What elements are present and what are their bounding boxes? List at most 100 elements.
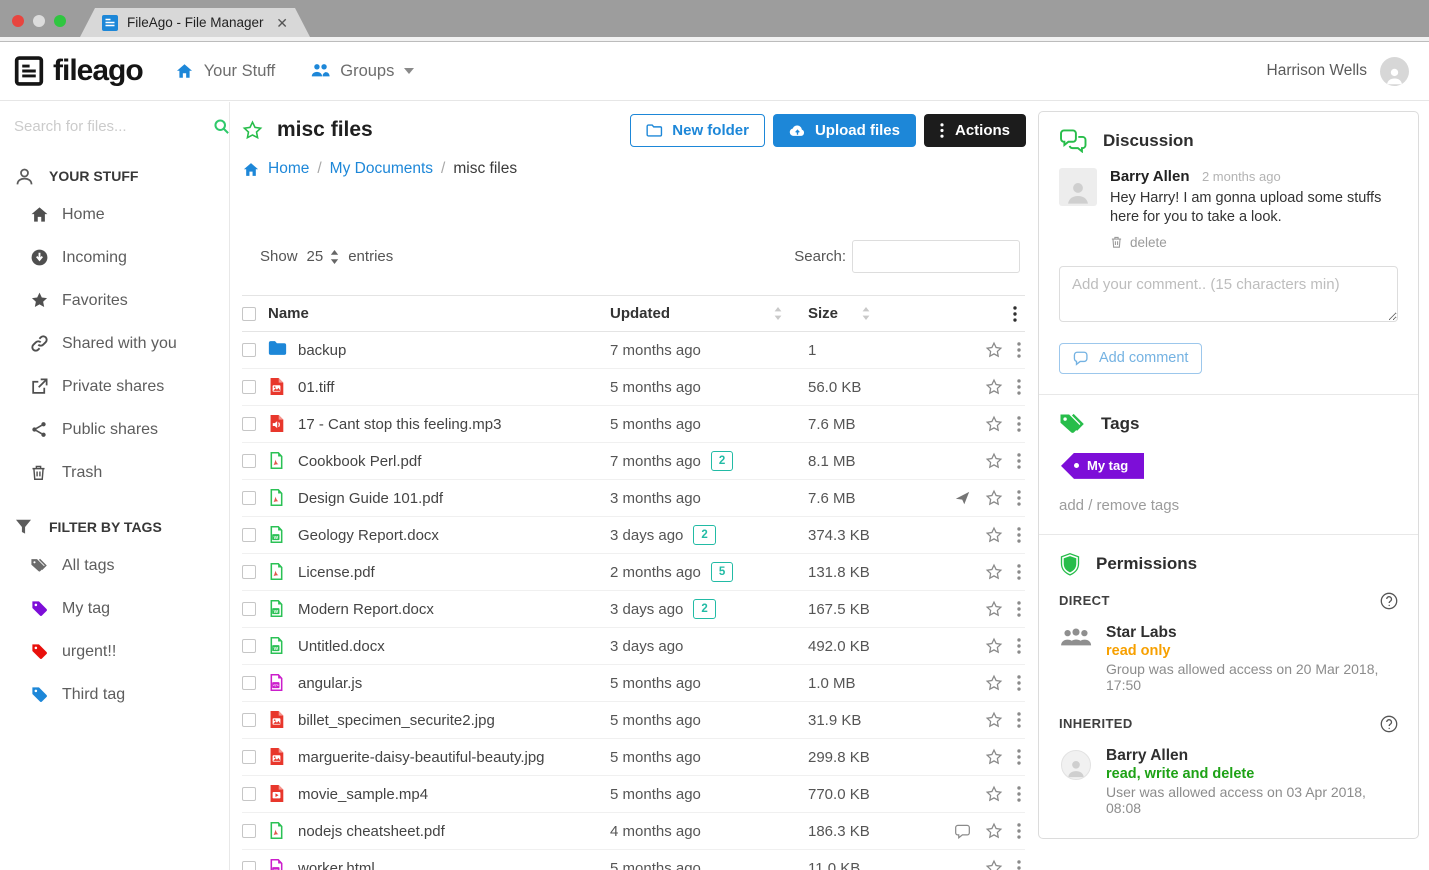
row-menu-icon[interactable]: [1017, 749, 1021, 765]
search-input[interactable]: [14, 118, 213, 135]
file-name[interactable]: 01.tiff: [298, 379, 610, 396]
favorite-star-icon[interactable]: [985, 785, 1003, 803]
nav-groups[interactable]: Groups: [311, 62, 414, 81]
sidebar-item-incoming[interactable]: Incoming: [0, 236, 229, 279]
row-checkbox[interactable]: [242, 454, 256, 468]
table-row[interactable]: WModern Report.docx3 days ago2167.5 KB: [242, 591, 1025, 628]
add-comment-button[interactable]: Add comment: [1059, 343, 1202, 374]
help-icon[interactable]: [1380, 715, 1398, 733]
sidebar-item-favorites[interactable]: Favorites: [0, 279, 229, 322]
row-menu-icon[interactable]: [1017, 675, 1021, 691]
comment-input[interactable]: [1059, 266, 1398, 322]
maximize-window-button[interactable]: [54, 15, 66, 27]
row-checkbox[interactable]: [242, 861, 256, 870]
sort-icon[interactable]: [862, 307, 870, 320]
row-menu-icon[interactable]: [1017, 601, 1021, 617]
row-checkbox[interactable]: [242, 824, 256, 838]
table-row[interactable]: WUntitled.docx3 days ago492.0 KB: [242, 628, 1025, 665]
table-row[interactable]: </>angular.js5 months ago1.0 MB: [242, 665, 1025, 702]
row-checkbox[interactable]: [242, 750, 256, 764]
row-menu-icon[interactable]: [1017, 379, 1021, 395]
table-row[interactable]: billet_specimen_securite2.jpg5 months ag…: [242, 702, 1025, 739]
file-name[interactable]: billet_specimen_securite2.jpg: [298, 712, 610, 729]
row-checkbox[interactable]: [242, 713, 256, 727]
column-updated[interactable]: Updated: [610, 305, 670, 322]
favorite-star-icon[interactable]: [985, 711, 1003, 729]
row-menu-icon[interactable]: [1017, 564, 1021, 580]
table-row[interactable]: WGeology Report.docx3 days ago2374.3 KB: [242, 517, 1025, 554]
table-row[interactable]: movie_sample.mp45 months ago770.0 KB: [242, 776, 1025, 813]
file-name[interactable]: Cookbook Perl.pdf: [298, 453, 610, 470]
user-menu[interactable]: Harrison Wells: [1267, 57, 1410, 86]
tab-close-icon[interactable]: ✕: [276, 16, 288, 30]
row-menu-icon[interactable]: [1017, 786, 1021, 802]
table-row[interactable]: </>worker.html5 months ago11.0 KB: [242, 850, 1025, 870]
file-name[interactable]: nodejs cheatsheet.pdf: [298, 823, 610, 840]
file-name[interactable]: Modern Report.docx: [298, 601, 610, 618]
sidebar-item-trash[interactable]: Trash: [0, 451, 229, 494]
row-menu-icon[interactable]: [1017, 527, 1021, 543]
row-menu-icon[interactable]: [1017, 416, 1021, 432]
table-row[interactable]: nodejs cheatsheet.pdf4 months ago186.3 K…: [242, 813, 1025, 850]
close-window-button[interactable]: [12, 15, 24, 27]
upload-files-button[interactable]: Upload files: [773, 114, 916, 147]
favorite-star-icon[interactable]: [242, 120, 263, 141]
file-name[interactable]: angular.js: [298, 675, 610, 692]
new-folder-button[interactable]: New folder: [630, 114, 765, 147]
entries-select[interactable]: 25: [307, 248, 340, 265]
sidebar-item-home[interactable]: Home: [0, 193, 229, 236]
sort-icon[interactable]: [774, 307, 782, 320]
fileago-logo[interactable]: fileago: [14, 54, 143, 88]
breadcrumb-home-icon[interactable]: [242, 161, 260, 178]
table-row[interactable]: 17 - Cant stop this feeling.mp35 months …: [242, 406, 1025, 443]
delete-comment-button[interactable]: delete: [1110, 235, 1410, 250]
row-checkbox[interactable]: [242, 602, 256, 616]
breadcrumb-my-documents[interactable]: My Documents: [330, 160, 433, 178]
file-name[interactable]: backup: [298, 342, 610, 359]
favorite-star-icon[interactable]: [985, 748, 1003, 766]
row-menu-icon[interactable]: [1017, 638, 1021, 654]
browser-tab[interactable]: FileAgo - File Manager ✕: [80, 8, 310, 37]
row-menu-icon[interactable]: [1017, 823, 1021, 839]
file-name[interactable]: movie_sample.mp4: [298, 786, 610, 803]
table-row[interactable]: Design Guide 101.pdf3 months ago7.6 MB: [242, 480, 1025, 517]
favorite-star-icon[interactable]: [985, 563, 1003, 581]
table-row[interactable]: backup7 months ago1: [242, 332, 1025, 369]
table-header-menu-icon[interactable]: [938, 306, 1025, 322]
row-checkbox[interactable]: [242, 565, 256, 579]
favorite-star-icon[interactable]: [985, 341, 1003, 359]
sidebar-item-private-shares[interactable]: Private shares: [0, 365, 229, 408]
favorite-star-icon[interactable]: [985, 637, 1003, 655]
file-name[interactable]: Untitled.docx: [298, 638, 610, 655]
column-size[interactable]: Size: [808, 305, 838, 322]
favorite-star-icon[interactable]: [985, 489, 1003, 507]
file-name[interactable]: marguerite-daisy-beautiful-beauty.jpg: [298, 749, 610, 766]
row-checkbox[interactable]: [242, 528, 256, 542]
row-menu-icon[interactable]: [1017, 712, 1021, 728]
favorite-star-icon[interactable]: [985, 415, 1003, 433]
sidebar-item-all-tags[interactable]: All tags: [0, 544, 229, 587]
sidebar-item-public-shares[interactable]: Public shares: [0, 408, 229, 451]
row-checkbox[interactable]: [242, 676, 256, 690]
sidebar-item-shared-with-you[interactable]: Shared with you: [0, 322, 229, 365]
favorite-star-icon[interactable]: [985, 452, 1003, 470]
row-checkbox[interactable]: [242, 417, 256, 431]
select-all-checkbox[interactable]: [242, 307, 256, 321]
search-icon[interactable]: [213, 118, 230, 135]
help-icon[interactable]: [1380, 592, 1398, 610]
nav-your-stuff[interactable]: Your Stuff: [175, 62, 276, 81]
favorite-star-icon[interactable]: [985, 600, 1003, 618]
row-checkbox[interactable]: [242, 380, 256, 394]
row-checkbox[interactable]: [242, 639, 256, 653]
row-checkbox[interactable]: [242, 787, 256, 801]
favorite-star-icon[interactable]: [985, 378, 1003, 396]
minimize-window-button[interactable]: [33, 15, 45, 27]
row-menu-icon[interactable]: [1017, 490, 1021, 506]
table-row[interactable]: Cookbook Perl.pdf7 months ago28.1 MB: [242, 443, 1025, 480]
actions-button[interactable]: Actions: [924, 114, 1026, 147]
table-row[interactable]: marguerite-daisy-beautiful-beauty.jpg5 m…: [242, 739, 1025, 776]
row-checkbox[interactable]: [242, 343, 256, 357]
favorite-star-icon[interactable]: [985, 526, 1003, 544]
favorite-star-icon[interactable]: [985, 674, 1003, 692]
file-name[interactable]: Geology Report.docx: [298, 527, 610, 544]
